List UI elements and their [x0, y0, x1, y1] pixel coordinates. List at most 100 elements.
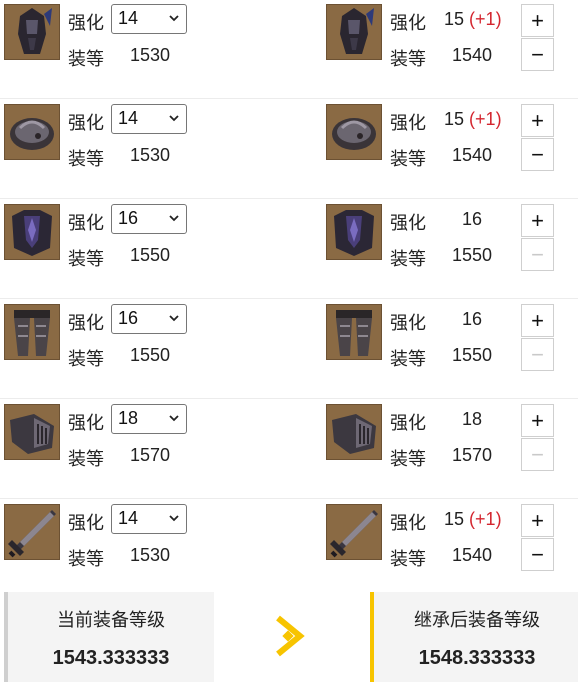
chevron-down-icon: [169, 15, 179, 22]
helmet-icon: [4, 4, 60, 60]
new-enhance-value: 18: [462, 409, 483, 429]
gauntlet-icon: [4, 404, 60, 460]
enhance-level-select[interactable]: 14: [111, 504, 187, 534]
chest-armor-icon: [4, 204, 60, 260]
chevron-down-icon: [169, 215, 179, 222]
enhance-label: 强化: [390, 213, 426, 233]
new-enhance-value: 16: [462, 209, 483, 229]
item-level-label: 装等: [390, 249, 426, 269]
enhance-delta: (+1): [469, 9, 502, 29]
new-item-level: 1540: [452, 145, 493, 165]
chevron-down-icon: [169, 515, 179, 522]
current-item-level: 1550: [130, 345, 171, 365]
chevron-down-icon: [169, 315, 179, 322]
enhance-level-value: 16: [118, 208, 139, 228]
enhance-level-value: 14: [118, 508, 139, 528]
enhance-label: 强化: [68, 113, 104, 133]
current-item-level: 1530: [130, 145, 171, 165]
new-enhance-value: 15 (+1): [444, 509, 502, 529]
equipment-row-weapon: 强化 14 装等 1530 强化 15 (+1) 装等 1540 + −: [0, 500, 578, 586]
helmet-icon: [326, 4, 382, 60]
equipment-row-gloves: 强化 18 装等 1570 强化 18 装等 1570 + −: [0, 400, 578, 499]
enhance-label: 强化: [68, 213, 104, 233]
item-level-label: 装等: [68, 549, 104, 569]
increase-enhance-button[interactable]: +: [521, 304, 554, 337]
current-item-level: 1530: [130, 545, 171, 565]
enhance-level-select[interactable]: 14: [111, 104, 187, 134]
new-item-level: 1550: [452, 345, 493, 365]
enhance-label: 强化: [68, 13, 104, 33]
new-item-level: 1540: [452, 545, 493, 565]
row-divider: [0, 298, 578, 299]
item-level-label: 装等: [390, 549, 426, 569]
current-gear-level-panel: 当前装备等级 1543.333333: [4, 592, 214, 682]
leg-armor-icon: [326, 304, 382, 360]
row-divider: [0, 98, 578, 99]
sword-icon: [326, 504, 382, 560]
enhance-level-select[interactable]: 14: [111, 4, 187, 34]
decrease-enhance-button[interactable]: −: [521, 38, 554, 71]
row-divider: [0, 498, 578, 499]
enhance-level-select[interactable]: 16: [111, 304, 187, 334]
item-level-label: 装等: [68, 449, 104, 469]
item-level-label: 装等: [68, 349, 104, 369]
enhance-label: 强化: [68, 413, 104, 433]
leg-armor-icon: [4, 304, 60, 360]
enhance-label: 强化: [390, 413, 426, 433]
current-gear-level-value: 1543.333333: [52, 647, 170, 669]
new-enhance-value: 15 (+1): [444, 9, 502, 29]
new-item-level: 1570: [452, 445, 493, 465]
enhance-label: 强化: [390, 513, 426, 533]
enhance-level-value: 18: [118, 408, 139, 428]
increase-enhance-button[interactable]: +: [521, 4, 554, 37]
row-divider: [0, 198, 578, 199]
current-item-level: 1530: [130, 45, 171, 65]
equipment-inheritance-panel: 强化 14 装等 1530 强化 15 (+1) 装等 1540 + − 强化 …: [0, 0, 578, 690]
inherited-gear-level-panel: 继承后装备等级 1548.333333: [370, 592, 578, 682]
item-level-label: 装等: [390, 449, 426, 469]
shoulder-armor-icon: [4, 104, 60, 160]
chest-armor-icon: [326, 204, 382, 260]
new-enhance-value: 15 (+1): [444, 109, 502, 129]
current-item-level: 1570: [130, 445, 171, 465]
decrease-enhance-button[interactable]: −: [521, 238, 554, 271]
decrease-enhance-button[interactable]: −: [521, 438, 554, 471]
row-divider: [0, 398, 578, 399]
increase-enhance-button[interactable]: +: [521, 104, 554, 137]
inherited-gear-level-value: 1548.333333: [418, 647, 536, 669]
item-level-label: 装等: [68, 149, 104, 169]
new-item-level: 1550: [452, 245, 493, 265]
shoulder-armor-icon: [326, 104, 382, 160]
item-level-label: 装等: [390, 149, 426, 169]
enhance-label: 强化: [390, 113, 426, 133]
equipment-row-shoulder: 强化 14 装等 1530 强化 15 (+1) 装等 1540 + −: [0, 100, 578, 199]
enhance-label: 强化: [390, 313, 426, 333]
enhance-level-select[interactable]: 16: [111, 204, 187, 234]
enhance-level-select[interactable]: 18: [111, 404, 187, 434]
new-enhance-value: 16: [462, 309, 483, 329]
decrease-enhance-button[interactable]: −: [521, 338, 554, 371]
increase-enhance-button[interactable]: +: [521, 504, 554, 537]
sword-icon: [4, 504, 60, 560]
increase-enhance-button[interactable]: +: [521, 404, 554, 437]
inherited-gear-level-title: 继承后装备等级: [414, 610, 540, 630]
chevron-down-icon: [169, 115, 179, 122]
current-item-level: 1550: [130, 245, 171, 265]
current-gear-level-title: 当前装备等级: [57, 610, 165, 630]
decrease-enhance-button[interactable]: −: [521, 538, 554, 571]
item-level-label: 装等: [390, 349, 426, 369]
equipment-row-chest: 强化 16 装等 1550 强化 16 装等 1550 + −: [0, 200, 578, 299]
item-level-label: 装等: [68, 249, 104, 269]
enhance-delta: (+1): [469, 109, 502, 129]
increase-enhance-button[interactable]: +: [521, 204, 554, 237]
decrease-enhance-button[interactable]: −: [521, 138, 554, 171]
item-level-label: 装等: [390, 49, 426, 69]
enhance-level-value: 16: [118, 308, 139, 328]
new-item-level: 1540: [452, 45, 493, 65]
enhance-delta: (+1): [469, 509, 502, 529]
enhance-level-value: 14: [118, 108, 139, 128]
chevron-down-icon: [169, 415, 179, 422]
item-level-label: 装等: [68, 49, 104, 69]
equipment-row-helmet: 强化 14 装等 1530 强化 15 (+1) 装等 1540 + −: [0, 0, 578, 99]
enhance-level-value: 14: [118, 8, 139, 28]
